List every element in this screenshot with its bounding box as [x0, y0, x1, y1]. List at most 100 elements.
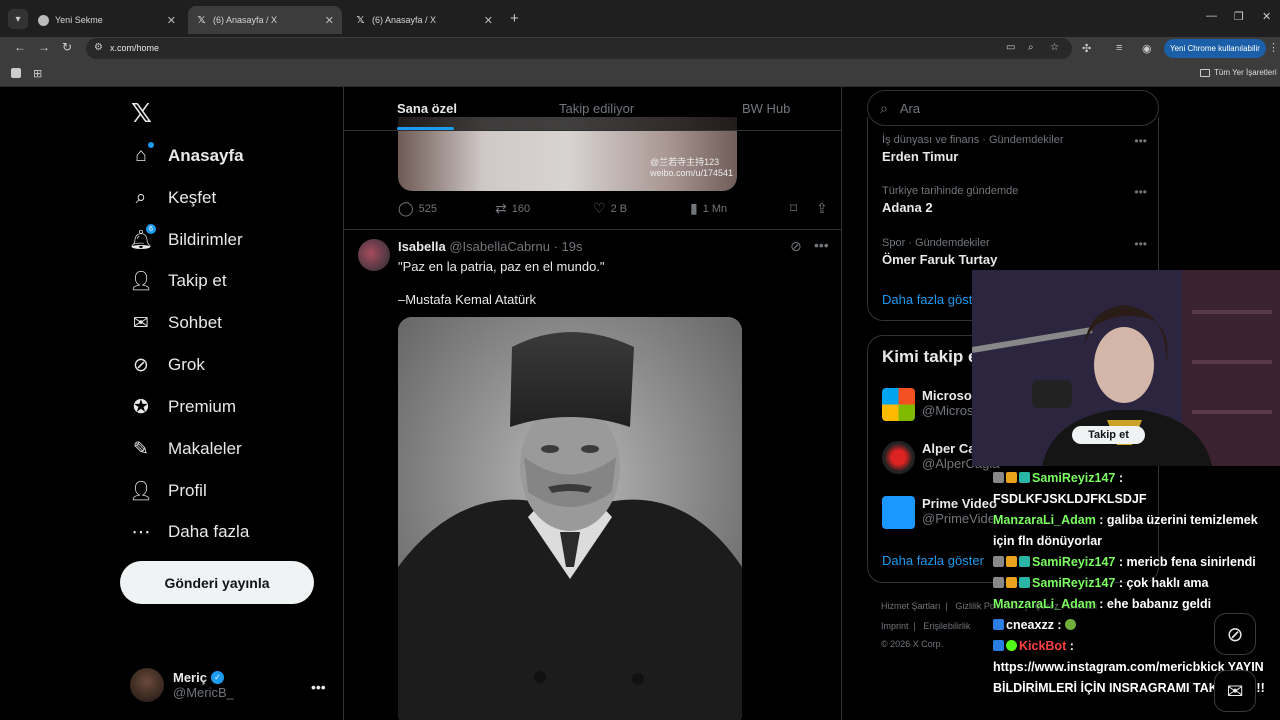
badge-icon [993, 577, 1004, 588]
tab-search-button[interactable]: ▾ [8, 9, 28, 29]
extensions-icon[interactable]: ✣ [1082, 42, 1091, 55]
zoom-icon[interactable]: ⌕ [1028, 42, 1034, 53]
chrome-update-button[interactable]: Yeni Chrome kullanılabilir [1164, 39, 1266, 58]
nav-label: Makaleler [168, 439, 242, 458]
views-button[interactable]: ▮ 1 Mn [690, 200, 727, 217]
emote-icon [1065, 619, 1077, 630]
forward-icon[interactable]: → [38, 40, 50, 54]
tweet-author-handle[interactable]: @IsabellaCabrnu [449, 239, 550, 254]
reload-icon[interactable]: ↻ [62, 40, 72, 54]
account-more-icon[interactable]: ••• [311, 679, 326, 695]
nav-messages[interactable]: ✉ Sohbet [130, 308, 222, 338]
trend-item[interactable]: Spor · Gündemdekiler Ömer Faruk Turtay •… [882, 237, 1147, 267]
share-button[interactable]: ⇪ [816, 200, 828, 217]
repost-icon: ⇄ [495, 200, 507, 216]
suggestion-item[interactable]: Prime Video @PrimeVide [882, 496, 997, 529]
repost-button[interactable]: ⇄ 160 [495, 200, 530, 217]
tweet-time[interactable]: · 19s [554, 239, 583, 254]
site-settings-icon[interactable]: ⚙ [94, 42, 103, 53]
trend-item[interactable]: İş dünyası ve finans · Gündemdekiler Erd… [882, 134, 1147, 164]
bookmark-star-icon[interactable]: ☆ [1050, 42, 1059, 53]
tab-bw-hub[interactable]: BW Hub [742, 101, 790, 116]
like-button[interactable]: ♡ 2 B [593, 200, 627, 217]
tab-following[interactable]: Takip ediliyor [559, 101, 634, 116]
nav-follow[interactable]: 👤︎ Takip et [129, 266, 227, 296]
minimize-icon[interactable]: — [1206, 10, 1217, 22]
suggestion-item[interactable]: Microsot @Micros [882, 388, 976, 421]
search-input[interactable]: ⌕ Ara [867, 90, 1159, 126]
footer-link[interactable]: Imprint [881, 621, 909, 631]
trend-item[interactable]: Türkiye tarihinde gündemde Adana 2 ••• [882, 185, 1147, 215]
image-watermark: @兰若寺主持123 weibo.com/u/174541 [650, 157, 734, 178]
tab-title: (6) Anasayfa / X [213, 15, 278, 25]
reply-button[interactable]: ◯ 525 [398, 200, 437, 217]
nav-more[interactable]: ⋯ Daha fazla [130, 517, 250, 547]
bookmark-button[interactable]: ⌑ [790, 200, 797, 217]
nav-grok[interactable]: ⊘ Grok [130, 350, 205, 380]
badge-icon [993, 472, 1004, 483]
follow-chip-button[interactable]: Takip et [1072, 426, 1145, 444]
feed-tabs: Sana özel Takip ediliyor BW Hub [344, 87, 841, 131]
grok-floating-icon[interactable]: ⊘ [1214, 613, 1256, 655]
x-logo-icon[interactable]: 𝕏 [131, 99, 152, 129]
all-bookmarks-button[interactable]: Tüm Yer İşaretleri [1200, 68, 1277, 77]
nav-home[interactable]: ⌂ Anasayfa [130, 141, 244, 171]
nav-premium[interactable]: ✪ Premium [130, 392, 236, 422]
tweet-author-name[interactable]: Isabella [398, 239, 446, 254]
footer-link[interactable]: Hizmet Şartları [881, 601, 941, 611]
new-tab-button[interactable]: + [510, 10, 519, 27]
profile-icon[interactable]: ◉ [1142, 42, 1152, 55]
nav-explore[interactable]: ⌕ Keşfet [130, 183, 217, 213]
tab-close-icon[interactable]: ✕ [325, 14, 334, 27]
url-text: x.com/home [110, 43, 160, 53]
cast-icon[interactable]: ▭ [1006, 42, 1015, 53]
badge-icon [1006, 640, 1017, 651]
tab-close-icon[interactable]: ✕ [484, 14, 493, 27]
tab-for-you[interactable]: Sana özel [397, 101, 457, 116]
more-icon[interactable]: ••• [1134, 237, 1147, 251]
back-icon[interactable]: ← [14, 40, 26, 54]
avatar [882, 388, 915, 421]
browser-tab-x-active[interactable]: 𝕏 (6) Anasayfa / X ✕ [188, 6, 342, 34]
apps-grid-icon[interactable]: ⊞ [33, 67, 42, 80]
nav-label: Takip et [168, 271, 227, 290]
chat-message: FSDLKFJSKLDJFKLSDJF [993, 492, 1147, 506]
footer-link[interactable]: Erişilebilirlik [923, 621, 970, 631]
messages-floating-icon[interactable]: ✉ [1214, 670, 1256, 712]
account-handle: @MericB_ [173, 685, 234, 700]
grok-icon[interactable]: ⊘ [790, 238, 802, 255]
more-icon[interactable]: ••• [1134, 134, 1147, 148]
app-icon[interactable] [11, 68, 21, 78]
browser-tab-x[interactable]: 𝕏 (6) Anasayfa / X ✕ [347, 6, 501, 34]
address-bar[interactable]: ⚙ x.com/home ▭ ⌕ ☆ [86, 38, 1072, 59]
timeline: @兰若寺主持123 weibo.com/u/174541 Sana özel Ta… [343, 87, 842, 720]
badge-icon [993, 640, 1004, 651]
bell-icon: 🔔︎ 6 [129, 223, 157, 251]
avatar [882, 441, 915, 474]
more-icon[interactable]: ••• [1134, 185, 1147, 199]
window-close-icon[interactable]: ✕ [1262, 10, 1271, 23]
trends-show-more-link[interactable]: Daha fazla göster [882, 292, 984, 307]
nav-notifications[interactable]: 🔔︎ 6 Bildirimler [129, 223, 243, 255]
badge-icon [1019, 577, 1030, 588]
maximize-icon[interactable]: ❐ [1234, 10, 1244, 23]
account-switcher[interactable]: Meriç ✓ @MericB_ [130, 668, 234, 702]
tweet-photo[interactable] [398, 317, 742, 720]
avatar[interactable] [358, 239, 390, 271]
nav-articles[interactable]: ✎ Makaleler [130, 434, 242, 464]
follow-show-more-link[interactable]: Daha fazla göster [882, 553, 984, 568]
tab-close-icon[interactable]: ✕ [167, 14, 176, 27]
portrait-photo [398, 317, 742, 720]
nav-profile[interactable]: 👤︎ Profil [129, 476, 207, 506]
browser-tab-new[interactable]: Yeni Sekme ✕ [30, 6, 184, 34]
badge-icon [1019, 472, 1030, 483]
nav-label: Anasayfa [168, 146, 244, 165]
more-icon[interactable]: ••• [814, 237, 829, 253]
home-icon: ⌂ [130, 142, 154, 167]
bookmark-icon: ⌑ [790, 200, 798, 216]
grok-icon: ⊘ [133, 354, 149, 376]
media-icon[interactable]: ≡ [1116, 42, 1122, 54]
notification-badge: 6 [145, 223, 157, 235]
chrome-menu-icon[interactable]: ⋮ [1268, 41, 1279, 54]
post-button[interactable]: Gönderi yayınla [120, 561, 314, 604]
